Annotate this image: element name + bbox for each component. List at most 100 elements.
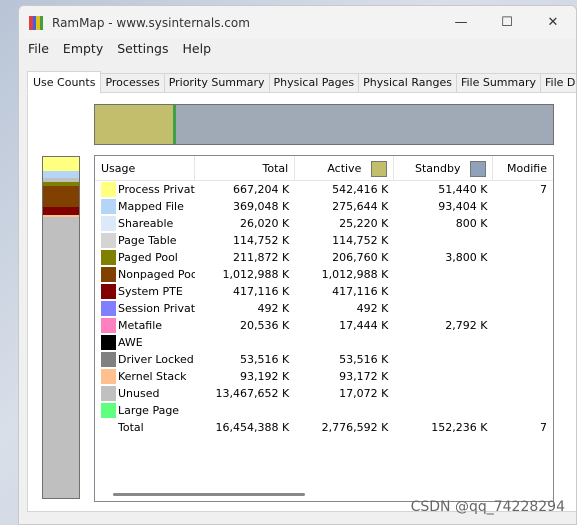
driver-locked-color-swatch bbox=[101, 352, 116, 367]
total-cell: 667,204 K bbox=[233, 183, 290, 196]
table-row[interactable]: Metafile 20,536 K 17,444 K 2,792 K bbox=[95, 317, 553, 334]
use-counts-table: Usage Total Active Standby Modifie Proce… bbox=[94, 155, 554, 502]
standby-cell: 800 K bbox=[455, 217, 488, 230]
tab-physical-pages[interactable]: Physical Pages bbox=[269, 73, 360, 93]
page-list-usage-bar bbox=[94, 104, 554, 145]
table-row[interactable]: AWE bbox=[95, 334, 553, 351]
rammap-window: RamMap - www.sysinternals.com — ☐ ✕ File… bbox=[18, 5, 577, 525]
minimize-button[interactable]: — bbox=[438, 6, 484, 39]
total-cell: 417,116 K bbox=[233, 285, 290, 298]
usage-cell: Session Private bbox=[95, 301, 195, 316]
table-row[interactable]: Unused 13,467,652 K 17,072 K bbox=[95, 385, 553, 402]
tab-file-summary[interactable]: File Summary bbox=[456, 73, 542, 93]
usage-label: Shareable bbox=[118, 217, 174, 230]
table-row[interactable]: Session Private 492 K 492 K bbox=[95, 300, 553, 317]
column-header-standby[interactable]: Standby bbox=[394, 156, 494, 181]
usage-cell: Metafile bbox=[95, 318, 195, 333]
usage-label: Large Page bbox=[118, 404, 180, 417]
stack-nonpaged-pool-segment bbox=[43, 185, 79, 207]
usage-cell: Paged Pool bbox=[95, 250, 195, 265]
active-cell: 1,012,988 K bbox=[321, 268, 389, 281]
table-row[interactable]: System PTE 417,116 K 417,116 K bbox=[95, 283, 553, 300]
table-row[interactable]: Large Page bbox=[95, 402, 553, 419]
system-pte-color-swatch bbox=[101, 284, 116, 299]
mapped-file-color-swatch bbox=[101, 199, 116, 214]
close-button[interactable]: ✕ bbox=[530, 6, 576, 39]
menu-help[interactable]: Help bbox=[176, 41, 219, 56]
table-row[interactable]: Paged Pool 211,872 K 206,760 K 3,800 K bbox=[95, 249, 553, 266]
standby-cell: 51,440 K bbox=[438, 183, 488, 196]
use-counts-panel: Usage Total Active Standby Modifie Proce… bbox=[27, 92, 576, 512]
active-cell: 275,644 K bbox=[332, 200, 389, 213]
column-header-usage[interactable]: Usage bbox=[95, 156, 196, 181]
table-row[interactable]: Process Private 667,204 K 542,416 K 51,440 … bbox=[95, 181, 553, 198]
table-row[interactable]: Shareable 26,020 K 25,220 K 800 K bbox=[95, 215, 553, 232]
tab-physical-ranges[interactable]: Physical Ranges bbox=[359, 73, 457, 93]
large-page-color-swatch bbox=[101, 403, 116, 418]
usage-cell: Driver Locked bbox=[95, 352, 195, 367]
unused-color-swatch bbox=[101, 386, 116, 401]
total-cell: 114,752 K bbox=[233, 234, 290, 247]
usage-cell: AWE bbox=[95, 335, 195, 350]
stack-system-pte-segment bbox=[43, 206, 79, 216]
standby-cell: 2,792 K bbox=[445, 319, 488, 332]
menu-empty[interactable]: Empty bbox=[56, 41, 110, 56]
usage-cell: Mapped File bbox=[95, 199, 195, 214]
stack-process-private-segment bbox=[43, 157, 79, 171]
active-cell: 206,760 K bbox=[332, 251, 389, 264]
usage-label: Kernel Stack bbox=[118, 370, 187, 383]
tab-use-counts[interactable]: Use Counts bbox=[27, 71, 102, 94]
total-cell: 369,048 K bbox=[233, 200, 290, 213]
usage-cell: Process Private bbox=[95, 182, 195, 197]
table-row[interactable]: Driver Locked 53,516 K 53,516 K bbox=[95, 351, 553, 368]
total-cell: 93,192 K bbox=[240, 370, 290, 383]
tab-priority-summary[interactable]: Priority Summary bbox=[164, 73, 270, 93]
scrollbar-thumb[interactable] bbox=[113, 493, 305, 496]
usage-cell: Kernel Stack bbox=[95, 369, 195, 384]
awe-color-swatch bbox=[101, 335, 116, 350]
modified-cell: 7 bbox=[539, 421, 547, 434]
usage-cell: System PTE bbox=[95, 284, 195, 299]
active-cell: 93,172 K bbox=[339, 370, 389, 383]
usage-bar-standby-segment bbox=[176, 105, 553, 144]
column-header-modified[interactable]: Modifie bbox=[493, 156, 553, 181]
column-header-total[interactable]: Total bbox=[195, 156, 296, 181]
tab-file-details[interactable]: File Details bbox=[541, 73, 576, 93]
window-title: RamMap - www.sysinternals.com bbox=[52, 15, 250, 30]
active-cell: 542,416 K bbox=[332, 183, 389, 196]
total-cell: 20,536 K bbox=[240, 319, 290, 332]
usage-cell: Unused bbox=[95, 386, 195, 401]
metafile-color-swatch bbox=[101, 318, 116, 333]
usage-cell: Large Page bbox=[95, 403, 195, 418]
paged-pool-color-swatch bbox=[101, 250, 116, 265]
table-row[interactable]: Kernel Stack 93,192 K 93,172 K bbox=[95, 368, 553, 385]
usage-cell: Page Table bbox=[95, 233, 195, 248]
standby-cell: 3,800 K bbox=[445, 251, 488, 264]
column-header-active[interactable]: Active bbox=[295, 156, 395, 181]
table-row[interactable]: Mapped File 369,048 K 275,644 K 93,404 K bbox=[95, 198, 553, 215]
active-cell: 53,516 K bbox=[339, 353, 389, 366]
modified-cell: 7 bbox=[539, 183, 547, 196]
usage-cell: Total bbox=[95, 420, 195, 435]
table-row[interactable]: Page Table 114,752 K 114,752 K bbox=[95, 232, 553, 249]
watermark: CSDN @qq_74228294 bbox=[410, 499, 565, 515]
active-cell: 25,220 K bbox=[339, 217, 389, 230]
usage-label: Page Table bbox=[118, 234, 177, 247]
usage-label: Session Private bbox=[118, 302, 196, 315]
usage-label: Metafile bbox=[118, 319, 163, 332]
table-row[interactable]: Total 16,454,388 K 2,776,592 K 152,236 K 7 bbox=[95, 419, 553, 436]
table-header: Usage Total Active Standby Modifie bbox=[95, 156, 553, 181]
active-cell: 17,072 K bbox=[339, 387, 389, 400]
menu-file[interactable]: File bbox=[21, 41, 56, 56]
menu-settings[interactable]: Settings bbox=[110, 41, 175, 56]
tab-processes[interactable]: Processes bbox=[101, 73, 165, 93]
shareable-color-swatch bbox=[101, 216, 116, 231]
usage-label: Driver Locked bbox=[118, 353, 194, 366]
stack-unused-segment bbox=[43, 217, 79, 498]
page-table-color-swatch bbox=[101, 233, 116, 248]
table-row[interactable]: Nonpaged Pool 1,012,988 K 1,012,988 K bbox=[95, 266, 553, 283]
usage-label: Nonpaged Pool bbox=[118, 268, 196, 281]
maximize-button[interactable]: ☐ bbox=[484, 6, 530, 39]
title-bar: RamMap - www.sysinternals.com — ☐ ✕ bbox=[19, 6, 576, 39]
memory-usage-stack-bar bbox=[42, 156, 80, 499]
